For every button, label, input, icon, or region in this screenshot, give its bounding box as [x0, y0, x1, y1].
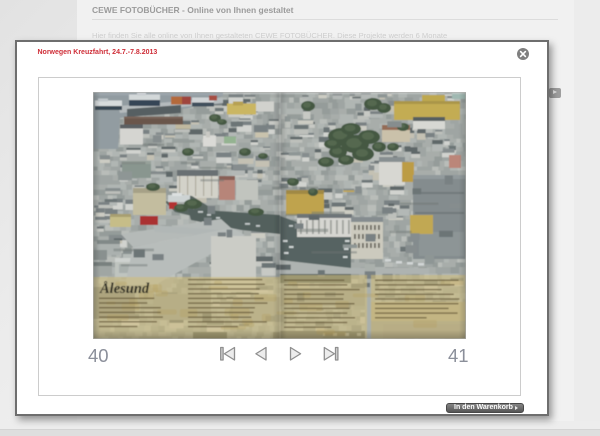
svg-text:Ålesund: Ålesund [99, 281, 150, 297]
